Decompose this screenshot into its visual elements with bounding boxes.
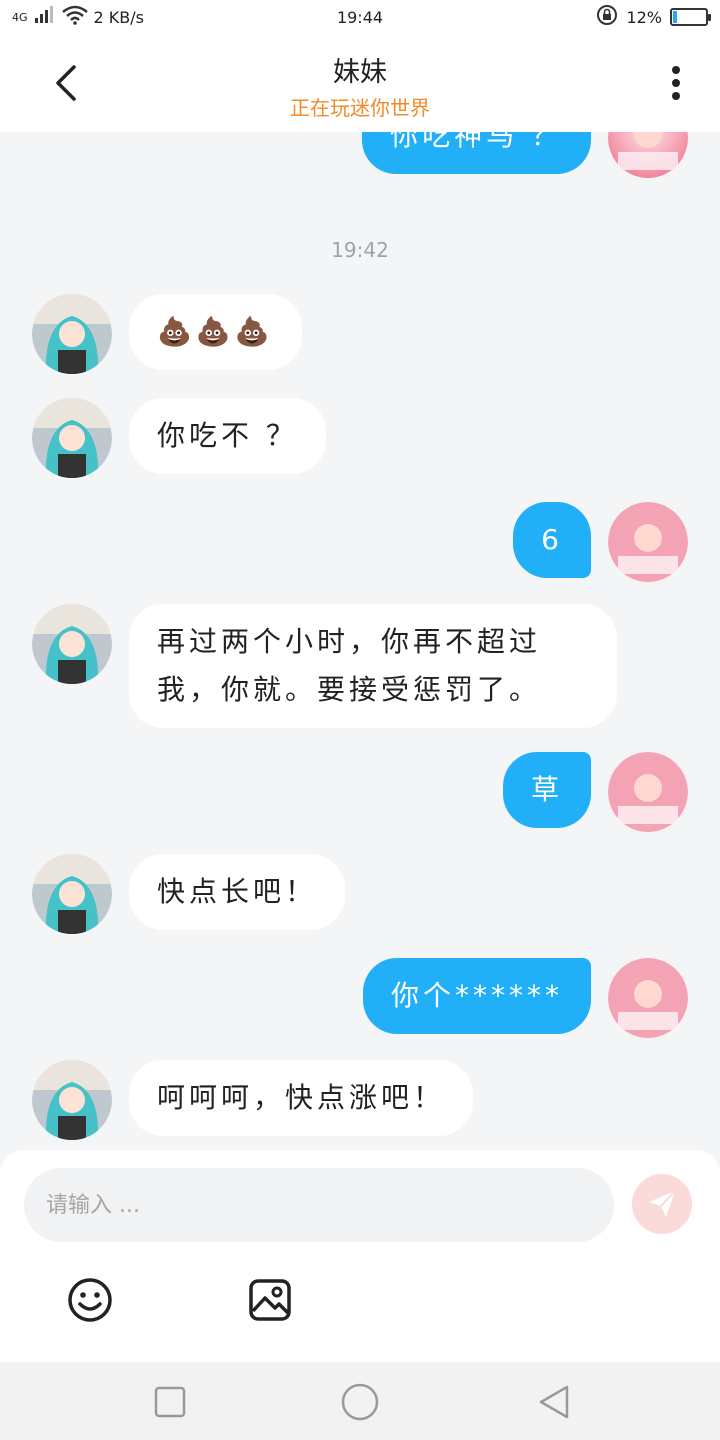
message-input-wrapper[interactable]	[24, 1168, 614, 1242]
my-avatar[interactable]	[608, 132, 688, 178]
wifi-icon	[61, 5, 88, 29]
my-avatar[interactable]	[608, 502, 688, 582]
composer	[0, 1150, 720, 1362]
send-icon	[649, 1190, 676, 1217]
more-button[interactable]	[656, 58, 696, 108]
message-bubble[interactable]: 你吃不 ？	[129, 398, 326, 474]
battery-icon	[670, 8, 711, 26]
circle-icon	[341, 1383, 379, 1421]
status-time: 19:44	[336, 7, 384, 27]
status-left: 4G 2 KB/s	[12, 5, 252, 29]
message-bubble[interactable]: 你个******	[362, 958, 591, 1034]
system-nav-bar	[0, 1362, 720, 1440]
home-button[interactable]	[338, 1380, 382, 1424]
contact-avatar[interactable]	[32, 294, 112, 374]
message-bubble[interactable]: 呵呵呵，快点涨吧！	[129, 1060, 474, 1136]
send-button[interactable]	[632, 1174, 692, 1234]
network-type: 4G	[12, 10, 28, 24]
contact-avatar[interactable]	[32, 398, 112, 478]
message-bubble[interactable]: 草	[502, 752, 591, 828]
battery-level	[673, 11, 678, 23]
message-bubble[interactable]: 6	[513, 502, 591, 578]
square-icon	[154, 1386, 186, 1418]
chat-status: 正在玩迷你世界	[290, 96, 430, 120]
status-bar: 4G 2 KB/s 19:44 12%	[0, 0, 720, 34]
image-button[interactable]	[240, 1270, 300, 1330]
my-avatar[interactable]	[608, 958, 688, 1038]
message-outgoing: 你吃神马 ？	[362, 132, 688, 178]
message-bubble[interactable]: 💩💩💩	[129, 294, 302, 370]
signal-icon	[34, 6, 56, 28]
emoji-button[interactable]	[60, 1270, 120, 1330]
contact-avatar[interactable]	[32, 854, 112, 934]
message-incoming: 快点长吧！	[32, 854, 346, 934]
message-incoming: 呵呵呵，快点涨吧！	[32, 1060, 474, 1140]
message-timestamp: 19:42	[331, 238, 389, 262]
rotation-lock-icon	[596, 4, 618, 30]
chat-title: 妹妹	[333, 57, 387, 88]
message-incoming: 💩💩💩	[32, 294, 302, 374]
emoji-icon	[68, 1278, 112, 1322]
contact-avatar[interactable]	[32, 1060, 112, 1140]
more-vertical-icon	[672, 66, 680, 100]
message-outgoing: 你个******	[362, 958, 688, 1038]
message-input[interactable]	[46, 1192, 592, 1218]
chat-header: 妹妹 正在玩迷你世界	[0, 34, 720, 132]
status-right: 12%	[468, 4, 711, 30]
message-bubble[interactable]: 再过两个小时，你再不超过我，你就。要接受惩罚了。	[129, 604, 617, 728]
my-avatar[interactable]	[608, 752, 688, 832]
network-speed: 2 KB/s	[93, 7, 144, 27]
message-bubble[interactable]: 你吃神马 ？	[362, 132, 591, 174]
message-bubble[interactable]: 快点长吧！	[129, 854, 346, 930]
triangle-back-icon	[539, 1385, 569, 1419]
message-outgoing: 草	[502, 752, 688, 832]
contact-avatar[interactable]	[32, 604, 112, 684]
message-list[interactable]: 你吃神马 ？ 19:42 💩💩💩 你吃不 ？ 6 再过两个小时，你再不超过我，你…	[0, 132, 720, 1152]
back-nav-button[interactable]	[532, 1380, 576, 1424]
message-outgoing: 6	[513, 502, 688, 582]
message-incoming: 你吃不 ？	[32, 398, 326, 478]
image-icon	[249, 1279, 291, 1321]
battery-percent: 12%	[626, 7, 662, 27]
message-incoming: 再过两个小时，你再不超过我，你就。要接受惩罚了。	[32, 604, 617, 728]
recents-button[interactable]	[148, 1380, 192, 1424]
